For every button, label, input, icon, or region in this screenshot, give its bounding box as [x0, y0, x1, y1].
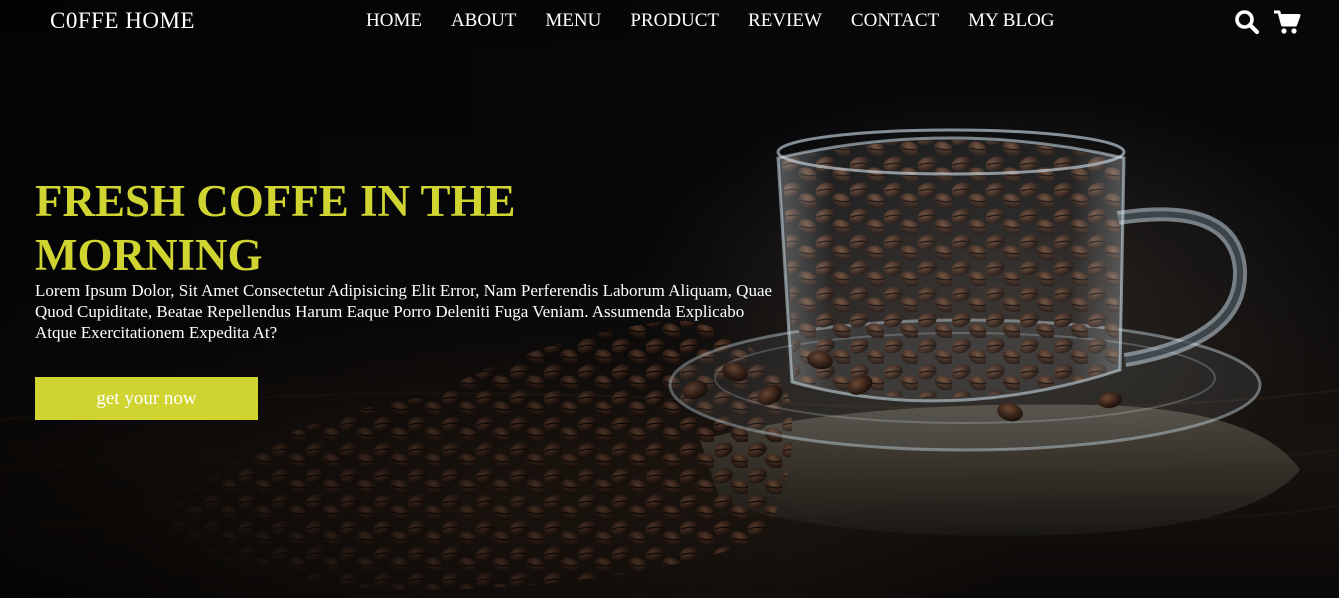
- hero-content: FRESH COFFE IN THE MORNING Lorem Ipsum D…: [35, 174, 795, 420]
- nav-item-contact[interactable]: CONTACT: [851, 10, 939, 32]
- nav-item-product[interactable]: PRODUCT: [630, 10, 719, 32]
- nav-item-menu[interactable]: MENU: [545, 10, 601, 32]
- header-icons: [1233, 8, 1301, 36]
- nav-item-about[interactable]: ABOUT: [451, 10, 516, 32]
- nav-item-my-blog[interactable]: MY BLOG: [968, 10, 1054, 32]
- hero-section: C0FFE HOME HOME ABOUT MENU PRODUCT REVIE…: [0, 0, 1339, 598]
- site-logo[interactable]: C0FFE HOME: [50, 8, 195, 34]
- nav-item-review[interactable]: REVIEW: [748, 10, 822, 32]
- hero-title: FRESH COFFE IN THE MORNING: [35, 176, 516, 280]
- get-your-now-button[interactable]: get your now: [35, 377, 258, 420]
- nav-item-home[interactable]: HOME: [366, 10, 422, 32]
- site-header: C0FFE HOME HOME ABOUT MENU PRODUCT REVIE…: [0, 0, 1339, 44]
- hero-description: Lorem Ipsum Dolor, Sit Amet Consectetur …: [35, 281, 773, 342]
- cart-icon[interactable]: [1273, 8, 1301, 36]
- search-icon[interactable]: [1233, 8, 1261, 36]
- main-nav: HOME ABOUT MENU PRODUCT REVIEW CONTACT M…: [366, 10, 1084, 32]
